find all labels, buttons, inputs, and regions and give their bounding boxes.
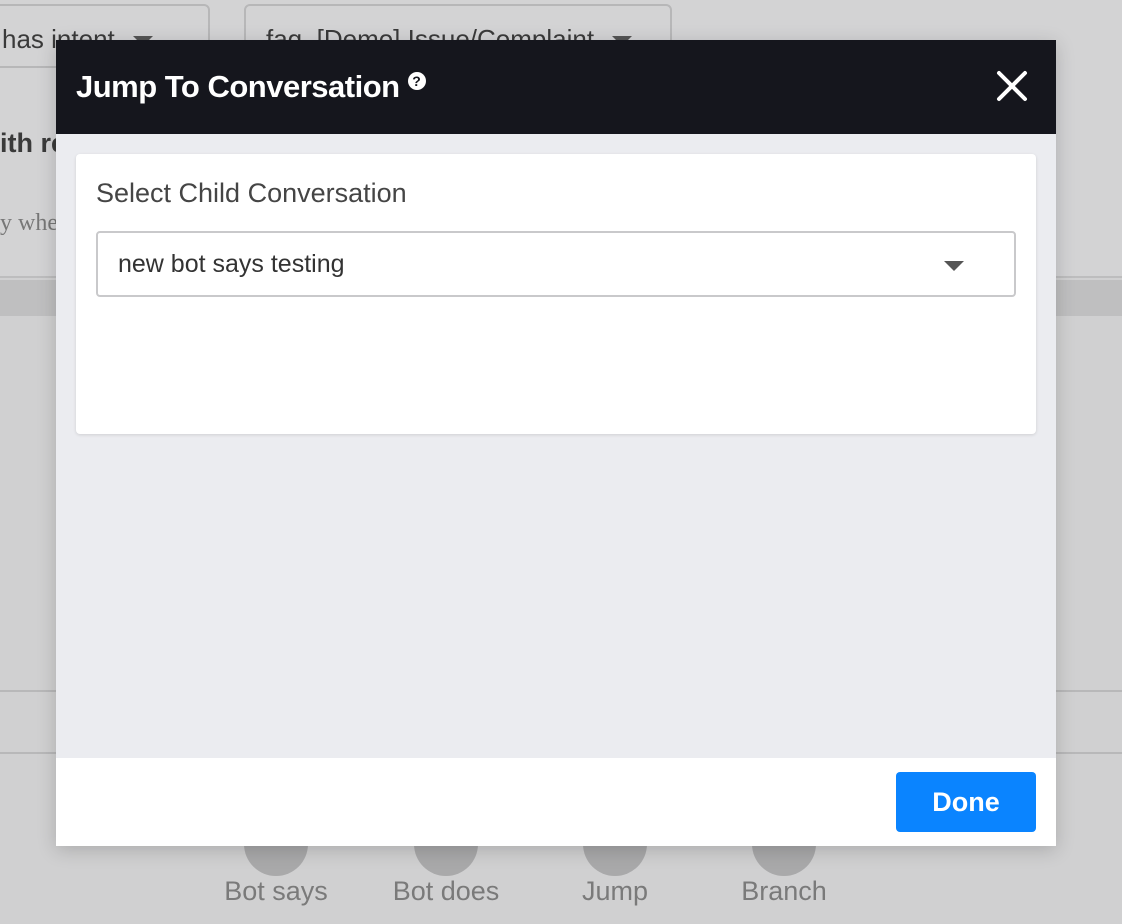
branch-label: Branch (741, 876, 827, 906)
bot-says-label: Bot says (224, 876, 328, 906)
close-icon (997, 71, 1027, 101)
modal-header: Jump To Conversation ? (56, 40, 1056, 134)
help-icon[interactable]: ? (407, 72, 426, 90)
jump-label: Jump (581, 876, 649, 906)
modal-body: Select Child Conversation new bot says t… (56, 134, 1056, 758)
child-conversation-select[interactable]: new bot says testing (96, 231, 1016, 297)
chevron-down-icon (944, 261, 964, 271)
child-conversation-card: Select Child Conversation new bot says t… (76, 154, 1036, 434)
modal-footer: Done (56, 758, 1056, 846)
done-button[interactable]: Done (896, 772, 1036, 832)
bot-does-label: Bot does (392, 876, 500, 906)
select-value: new bot says testing (118, 249, 345, 278)
background-partial-text: y whe (0, 210, 58, 236)
field-label: Select Child Conversation (96, 178, 407, 208)
jump-to-conversation-modal: Jump To Conversation ? Select Child Conv… (56, 40, 1056, 846)
modal-title: Jump To Conversation (76, 69, 400, 104)
close-button[interactable] (992, 66, 1032, 106)
